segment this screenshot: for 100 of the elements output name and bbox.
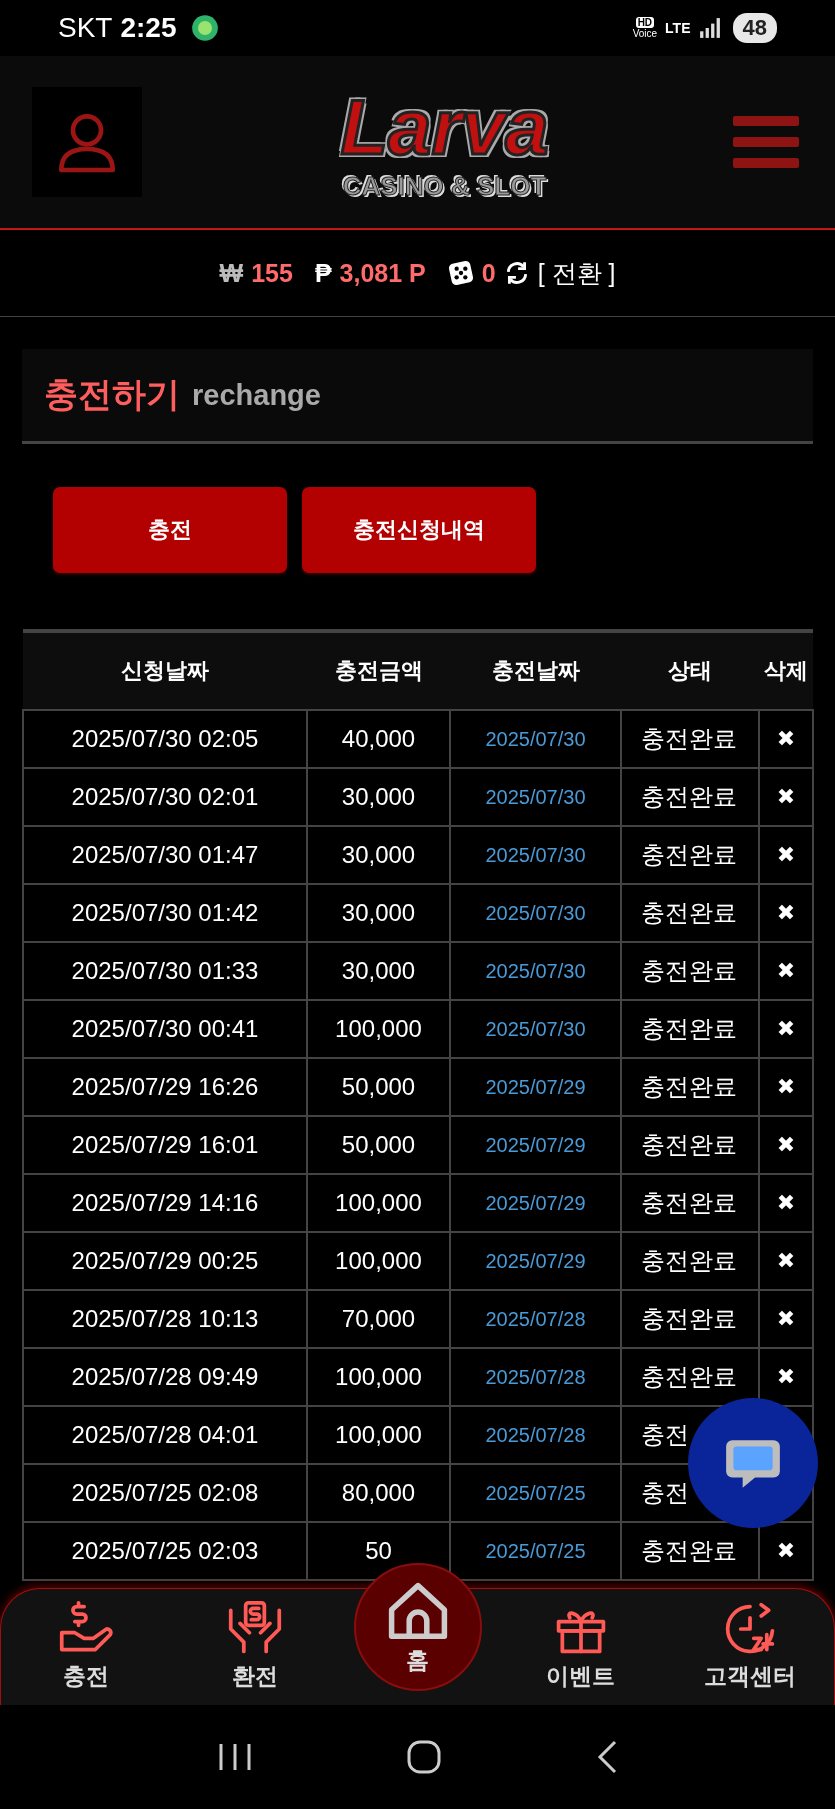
table-cell: 2025/07/30 — [450, 942, 621, 1000]
table-cell: 2025/07/28 — [450, 1406, 621, 1464]
table-cell: 80,000 — [307, 1464, 450, 1522]
table-cell: 100,000 — [307, 1174, 450, 1232]
column-header: 삭제 — [759, 631, 813, 710]
home-button[interactable]: 홈 — [353, 1563, 482, 1691]
table-cell: 2025/07/30 01:47 — [23, 826, 307, 884]
delete-button[interactable]: ✖ — [776, 1538, 796, 1563]
table-cell: 2025/07/29 — [450, 1116, 621, 1174]
column-header: 충전금액 — [307, 631, 450, 710]
table-cell: 2025/07/30 00:41 — [23, 1000, 307, 1058]
table-cell-text: 충전완료 — [641, 782, 738, 812]
convert-link[interactable]: [ 전환 ] — [537, 256, 616, 290]
point-symbol: ₱ — [314, 258, 332, 288]
table-cell: 100,000 — [307, 1406, 450, 1464]
table-cell: 2025/07/25 02:03 — [23, 1522, 307, 1580]
table-cell: 2025/07/28 — [450, 1348, 621, 1406]
table-cell: 30,000 — [307, 884, 450, 942]
table-cell: 2025/07/28 — [450, 1290, 621, 1348]
delete-button[interactable]: ✖ — [776, 1074, 796, 1099]
nav-tab[interactable]: 환전 — [184, 1589, 325, 1692]
app-notification-icon — [190, 14, 219, 42]
nav-tab[interactable]: 이벤트 — [510, 1589, 651, 1692]
section-title: 충전하기 — [44, 374, 180, 415]
table-cell: 100,000 — [307, 1232, 450, 1290]
battery-level: 48 — [732, 13, 777, 43]
table-cell-text: 충전완료 — [641, 1246, 738, 1276]
delete-button[interactable]: ✖ — [776, 842, 796, 867]
table-cell: 2025/07/30 02:01 — [23, 768, 307, 826]
table-cell-text: 충전완료 — [641, 898, 738, 928]
table-cell: 2025/07/25 — [450, 1464, 621, 1522]
table-cell: 2025/07/29 — [450, 1174, 621, 1232]
column-header: 신청날짜 — [23, 631, 307, 710]
table-cell: 2025/07/29 — [450, 1232, 621, 1290]
chip-balance: 0 — [481, 258, 496, 288]
nav-tab[interactable]: 충전 — [15, 1589, 156, 1692]
table-cell-text: 충전완료 — [641, 1536, 738, 1566]
table-cell: 2025/07/30 01:33 — [23, 942, 307, 1000]
table-cell: 30,000 — [307, 942, 450, 1000]
delete-button[interactable]: ✖ — [776, 1132, 796, 1157]
table-cell: 40,000 — [307, 710, 450, 768]
table-cell: 50,000 — [307, 1058, 450, 1116]
table-cell: 100,000 — [307, 1348, 450, 1406]
table-cell: 70,000 — [307, 1290, 450, 1348]
delete-button[interactable]: ✖ — [776, 726, 796, 751]
table-cell: 2025/07/29 16:01 — [23, 1116, 307, 1174]
table-cell: 2025/07/29 00:25 — [23, 1232, 307, 1290]
table-cell: 2025/07/29 — [450, 1058, 621, 1116]
table-cell-text: 충전완료 — [641, 1362, 738, 1392]
column-header: 충전날짜 — [450, 631, 621, 710]
delete-button[interactable]: ✖ — [776, 1190, 796, 1215]
dice-icon — [447, 260, 474, 286]
table-cell: 2025/07/30 02:05 — [23, 710, 307, 768]
table-cell: 2025/07/30 01:42 — [23, 884, 307, 942]
delete-button[interactable]: ✖ — [776, 1016, 796, 1041]
delete-button[interactable]: ✖ — [776, 1364, 796, 1389]
table-cell-text: 충전 — [641, 1478, 690, 1508]
carrier: SKT — [58, 12, 113, 44]
table-cell-text: 충전완료 — [641, 1304, 738, 1334]
table-cell: 2025/07/29 14:16 — [23, 1174, 307, 1232]
delete-button[interactable]: ✖ — [776, 900, 796, 925]
nav-tab[interactable]: 고객센터 — [679, 1589, 820, 1692]
tab-button[interactable]: 충전신청내역 — [302, 487, 536, 573]
table-cell-text: 충전완료 — [641, 840, 738, 870]
delete-button[interactable]: ✖ — [776, 1248, 796, 1273]
delete-button[interactable]: ✖ — [776, 784, 796, 809]
table-cell: 2025/07/28 10:13 — [23, 1290, 307, 1348]
point-balance: 3,081 P — [339, 258, 426, 288]
network-label: LTE — [665, 20, 691, 36]
home-icon[interactable] — [405, 1739, 442, 1775]
signal-icon — [698, 17, 721, 39]
table-cell-text: 충전완료 — [641, 724, 738, 754]
delete-button[interactable]: ✖ — [776, 1306, 796, 1331]
table-cell-text: 충전완료 — [641, 1014, 738, 1044]
table-cell: 30,000 — [307, 826, 450, 884]
table-cell: 2025/07/30 — [450, 768, 621, 826]
table-cell: 2025/07/28 09:49 — [23, 1348, 307, 1406]
cash-balance: 155 — [251, 258, 293, 288]
table-cell-text: 충전 — [641, 1420, 690, 1450]
column-header: 상태 — [621, 631, 759, 710]
currency-symbol: ₩ — [219, 258, 244, 288]
table-cell-text: 충전완료 — [641, 1072, 738, 1102]
tab-button[interactable]: 충전 — [53, 487, 287, 573]
table-cell: 2025/07/28 04:01 — [23, 1406, 307, 1464]
section-subtitle: rechange — [192, 378, 321, 412]
table-cell: 2025/07/25 02:08 — [23, 1464, 307, 1522]
table-cell: 2025/07/30 — [450, 884, 621, 942]
clock-time: 2:25 — [120, 12, 177, 44]
table-cell: 50,000 — [307, 1116, 450, 1174]
table-cell: 2025/07/29 16:26 — [23, 1058, 307, 1116]
table-cell: 2025/07/30 — [450, 826, 621, 884]
table-cell: 2025/07/30 — [450, 1000, 621, 1058]
table-cell-text: 충전완료 — [641, 1130, 738, 1160]
table-cell: 30,000 — [307, 768, 450, 826]
table-cell-text: 충전완료 — [641, 956, 738, 986]
delete-button[interactable]: ✖ — [776, 958, 796, 983]
table-cell-text: 충전완료 — [641, 1188, 738, 1218]
logo-subtitle: CASINO & SLOT — [342, 170, 547, 202]
table-cell: 100,000 — [307, 1000, 450, 1058]
logo-title: Larva — [340, 82, 549, 171]
